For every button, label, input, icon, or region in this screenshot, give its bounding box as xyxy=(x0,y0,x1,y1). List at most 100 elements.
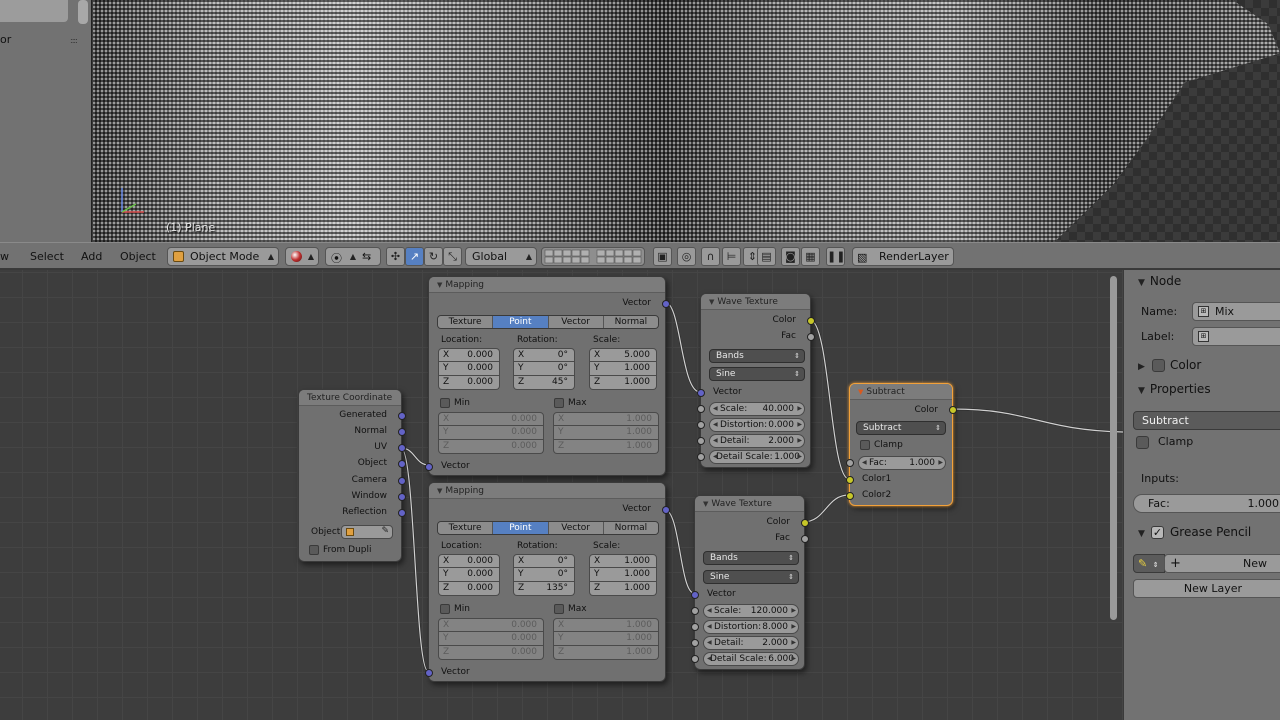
type-normal[interactable]: Normal xyxy=(603,316,658,328)
arrow-left-icon[interactable]: ◀ xyxy=(713,435,718,447)
node-wave-texture-1[interactable]: ▼ Wave Texture Color Fac Bands ⇕ Sine ⇕ Vec… xyxy=(697,293,815,468)
editor-scrollbar[interactable] xyxy=(1110,276,1117,620)
location-z-field[interactable]: Z 0.000 xyxy=(438,582,500,596)
snap-element-select[interactable]: ⊨ xyxy=(722,247,741,266)
translate-toggle[interactable]: ↗ xyxy=(405,247,424,266)
node-wave-texture-2[interactable]: ▼ Wave Texture Color Fac Bands ⇕ Sine ⇕ Vec… xyxy=(691,495,809,670)
collapse-icon[interactable]: ▼ xyxy=(437,281,442,289)
type-point[interactable]: Point xyxy=(493,316,549,328)
arrow-left-icon[interactable]: ◀ xyxy=(713,419,718,431)
menu-add[interactable]: Add xyxy=(81,250,102,263)
wave-type-dropdown[interactable]: Bands ⇕ xyxy=(709,349,805,363)
snap-toggle[interactable]: ∩ xyxy=(701,247,720,266)
scale-z-field[interactable]: Z 1.000 xyxy=(589,582,657,596)
orientation-select[interactable]: Global ▲▼ xyxy=(465,247,537,278)
node-texture-coordinate[interactable]: Texture Coordinate Generated Normal UV O… xyxy=(298,389,406,562)
grease-pencil-section-header[interactable]: ▼ xyxy=(1138,525,1150,539)
node-header[interactable]: ▼ Subtract xyxy=(850,384,952,400)
socket-object[interactable] xyxy=(398,460,406,468)
grease-pencil-select[interactable]: ✎ ⇕ xyxy=(1133,554,1165,573)
mapping-type-selector[interactable]: Texture Point Vector Normal xyxy=(437,521,659,535)
arrow-right-icon[interactable]: ▶ xyxy=(791,637,796,649)
scale-field[interactable]: ◀ Scale: 120.000 ▶ xyxy=(703,604,799,618)
color-checkbox[interactable] xyxy=(1152,359,1165,372)
collapse-icon[interactable]: ▼ xyxy=(858,388,863,396)
collapse-icon[interactable]: ▼ xyxy=(437,487,442,495)
socket-reflection[interactable] xyxy=(398,509,406,517)
eyedropper-icon[interactable]: ✎ xyxy=(381,526,389,536)
rotation-z-field[interactable]: Z 135° xyxy=(513,582,575,596)
render-preview[interactable] xyxy=(93,0,1280,242)
arrow-right-icon[interactable]: ▶ xyxy=(791,605,796,617)
socket-input-color1[interactable] xyxy=(846,476,854,484)
distortion-field[interactable]: ◀ Distortion: 8.000 ▶ xyxy=(703,620,799,634)
socket-normal[interactable] xyxy=(398,428,406,436)
socket-input-vector[interactable] xyxy=(425,463,433,471)
type-texture[interactable]: Texture xyxy=(438,522,494,534)
socket-generated[interactable] xyxy=(398,412,406,420)
expand-icon[interactable]: ▶ xyxy=(1138,362,1145,372)
tool-shelf-scrollbar[interactable] xyxy=(78,0,88,24)
socket-input-vector[interactable] xyxy=(691,591,699,599)
detail-scale-field[interactable]: ◀ Detail Scale: 1.000 ▶ xyxy=(709,450,805,464)
socket-output-color[interactable] xyxy=(949,406,957,414)
socket-output-color[interactable] xyxy=(801,519,809,527)
detail-field[interactable]: ◀ Detail: 2.000 ▶ xyxy=(703,636,799,650)
scale-z-field[interactable]: Z 1.000 xyxy=(589,376,657,390)
location-z-field[interactable]: Z 0.000 xyxy=(438,376,500,390)
clamp-checkbox[interactable] xyxy=(1136,436,1149,449)
arrow-right-icon[interactable]: ▶ xyxy=(938,457,943,469)
arrow-right-icon[interactable]: ▶ xyxy=(797,435,802,447)
type-vector[interactable]: Vector xyxy=(548,522,604,534)
max-checkbox[interactable] xyxy=(554,604,564,614)
max-checkbox[interactable] xyxy=(554,398,564,408)
wave-profile-dropdown[interactable]: Sine ⇕ xyxy=(703,570,799,584)
location-x-field[interactable]: X 0.000 xyxy=(438,348,500,362)
socket-camera[interactable] xyxy=(398,477,406,485)
type-normal[interactable]: Normal xyxy=(603,522,658,534)
collapse-icon[interactable]: ▼ xyxy=(709,298,714,306)
min-checkbox[interactable] xyxy=(440,604,450,614)
arrow-left-icon[interactable]: ◀ xyxy=(862,457,867,469)
socket-window[interactable] xyxy=(398,493,406,501)
detail-scale-field[interactable]: ◀ Detail Scale: 6.000 ▶ xyxy=(703,652,799,666)
socket-input-scale[interactable] xyxy=(697,405,705,413)
socket-input-detail-scale[interactable] xyxy=(691,655,699,663)
node-header[interactable]: ▼ Wave Texture xyxy=(695,496,804,512)
object-field[interactable]: ✎ xyxy=(341,525,393,539)
grease-pencil-checkbox[interactable]: ✓ xyxy=(1151,526,1164,539)
node-editor[interactable]: Texture Coordinate Generated Normal UV O… xyxy=(0,270,1123,720)
type-point[interactable]: Point xyxy=(493,522,549,534)
layer-buttons[interactable] xyxy=(541,247,645,266)
scale-field[interactable]: ◀ Scale: 40.000 ▶ xyxy=(709,402,805,416)
location-y-field[interactable]: Y 0.000 xyxy=(438,568,500,582)
node-mapping-2[interactable]: ▼ Mapping Vector Texture Point Vector Nor… xyxy=(425,482,670,682)
arrow-left-icon[interactable]: ◀ xyxy=(707,621,712,633)
label-field[interactable]: ⊞ xyxy=(1192,327,1280,346)
new-layer-button[interactable]: New Layer xyxy=(1133,579,1280,598)
arrow-right-icon[interactable]: ▶ xyxy=(797,451,802,463)
socket-input-vector[interactable] xyxy=(425,669,433,677)
rotation-y-field[interactable]: Y 0° xyxy=(513,568,575,582)
detail-field[interactable]: ◀ Detail: 2.000 ▶ xyxy=(709,434,805,448)
collapse-icon[interactable]: ▼ xyxy=(1138,278,1145,288)
type-texture[interactable]: Texture xyxy=(438,316,494,328)
scale-x-field[interactable]: X 1.000 xyxy=(589,554,657,568)
wave-type-dropdown[interactable]: Bands ⇕ xyxy=(703,551,799,565)
arrow-left-icon[interactable]: ◀ xyxy=(713,403,718,415)
render-pause-button[interactable]: ❚❚ xyxy=(826,247,845,266)
socket-input-detail-scale[interactable] xyxy=(697,453,705,461)
render-layer-select[interactable]: ▧ RenderLayer xyxy=(852,247,954,266)
mapping-type-selector[interactable]: Texture Point Vector Normal xyxy=(437,315,659,329)
location-x-field[interactable]: X 0.000 xyxy=(438,554,500,568)
collapse-icon[interactable]: ▼ xyxy=(703,500,708,508)
rotate-toggle[interactable]: ↻ xyxy=(424,247,443,266)
manipulator-toggle[interactable]: ✣ xyxy=(386,247,405,266)
scale-y-field[interactable]: Y 1.000 xyxy=(589,568,657,582)
node-header[interactable]: Texture Coordinate xyxy=(299,390,401,406)
node-mapping-1[interactable]: ▼ Mapping Vector Texture Point Vector Nor… xyxy=(425,276,670,476)
arrow-right-icon[interactable]: ▶ xyxy=(791,653,796,665)
blend-type-dropdown[interactable]: Subtract ⇕ xyxy=(856,421,946,435)
socket-output-vector[interactable] xyxy=(662,300,670,308)
mode-select[interactable]: Object Mode ▲▼ xyxy=(167,247,279,278)
